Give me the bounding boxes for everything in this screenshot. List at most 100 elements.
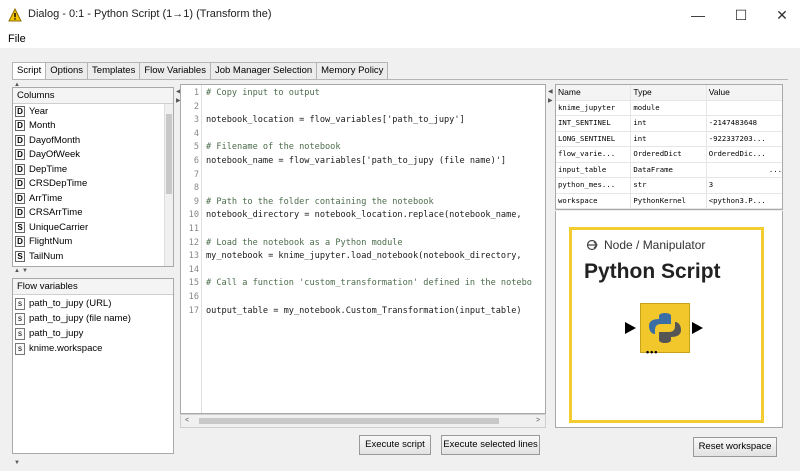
string-variable-icon: s	[15, 312, 25, 325]
scroll-thumb[interactable]	[166, 114, 172, 194]
table-row[interactable]: LONG_SENTINEL int -922337203...	[556, 131, 782, 147]
flow-variable-item[interactable]: s path_to_jupy	[13, 326, 173, 341]
cell-name: python_mes...	[556, 178, 632, 193]
table-row[interactable]: INT_SENTINEL int -2147483648	[556, 116, 782, 132]
header-value[interactable]: Value	[706, 85, 783, 100]
warning-icon	[8, 8, 22, 22]
execute-script-button[interactable]: Execute script	[359, 435, 431, 455]
line-number: 4	[193, 128, 199, 139]
scroll-right-icon[interactable]: >	[536, 417, 540, 424]
column-name: DayofMonth	[29, 134, 81, 146]
input-port-icon	[625, 322, 636, 334]
string-type-icon: S	[15, 250, 25, 262]
column-item[interactable]: D DayOfWeek	[13, 148, 173, 163]
flow-variable-name: knime.workspace	[29, 343, 103, 354]
title-bar: Dialog - 0:1 - Python Script (1→1) (Tran…	[0, 0, 800, 30]
flow-variable-name: path_to_jupy (file name)	[29, 313, 131, 324]
header-type[interactable]: Type	[631, 85, 707, 100]
code-editor[interactable]: 1 # Copy input to output 2 3 notebook_locati…	[180, 84, 546, 414]
column-item[interactable]: D DepTime	[13, 162, 173, 177]
columns-panel: Columns D Year D Month D DayofMonth D DayOfW…	[12, 87, 174, 267]
editor-horizontal-scrollbar[interactable]: < >	[180, 414, 546, 428]
double-type-icon: D	[15, 192, 25, 204]
execute-selected-lines-button[interactable]: Execute selected lines	[441, 435, 540, 455]
columns-scrollbar[interactable]	[164, 104, 173, 266]
tab-divider	[12, 79, 788, 80]
line-number: 12	[188, 237, 199, 248]
python-node-icon[interactable]	[640, 303, 690, 353]
tab-options[interactable]: Options	[45, 62, 89, 79]
code-text: output_table = my_notebook.Custom_Transf…	[206, 305, 522, 316]
cell-name: LONG_SENTINEL	[556, 131, 632, 146]
splitter-arrow-icon[interactable]: ▼	[22, 268, 28, 274]
reset-workspace-button[interactable]: Reset workspace	[693, 437, 777, 457]
node-card: Node / Manipulator Python Script •••	[569, 227, 764, 423]
cell-name: input_table	[556, 162, 632, 177]
column-name: ArrTime	[29, 192, 63, 204]
table-row[interactable]: knime_jupyter module	[556, 100, 782, 116]
column-name: CRSDepTime	[29, 178, 88, 190]
tab-memory-policy[interactable]: Memory Policy	[316, 62, 389, 79]
code-text: # Path to the folder containing the note…	[206, 196, 434, 207]
flow-variable-item[interactable]: s path_to_jupy (URL)	[13, 296, 173, 311]
double-type-icon: D	[15, 105, 25, 117]
table-row[interactable]: python_mes... str 3	[556, 178, 782, 194]
code-text: # Copy input to output	[206, 88, 320, 98]
header-name[interactable]: Name	[556, 85, 632, 100]
line-number: 15	[188, 278, 199, 289]
cell-type: module	[631, 100, 707, 115]
splitter-arrow-icon[interactable]: ▶	[548, 97, 553, 104]
maximize-button[interactable]: ☐	[731, 6, 751, 24]
tab-job-manager-selection[interactable]: Job Manager Selection	[209, 62, 318, 79]
tab-script[interactable]: Script	[12, 62, 47, 80]
flow-variable-item[interactable]: s path_to_jupy (file name)	[13, 311, 173, 326]
scroll-thumb[interactable]	[199, 418, 499, 424]
double-type-icon: D	[15, 236, 25, 248]
code-text: notebook_location = flow_variables['path…	[206, 115, 465, 126]
cell-value: 3	[708, 180, 714, 189]
node-name: Python Script	[584, 260, 721, 283]
code-text: # Load the notebook as a Python module	[206, 237, 403, 248]
tab-templates[interactable]: Templates	[87, 62, 141, 79]
window-title: Dialog - 0:1 - Python Script (1→1) (Tran…	[28, 8, 272, 20]
columns-header: Columns	[13, 88, 173, 104]
column-item[interactable]: D Year	[13, 104, 173, 119]
splitter-arrow-icon[interactable]: ▲	[14, 268, 20, 274]
tab-flow-variables[interactable]: Flow Variables	[139, 62, 211, 79]
line-number: 2	[193, 101, 199, 112]
cell-type: DataFrame	[631, 162, 707, 177]
column-item[interactable]: D Month	[13, 119, 173, 134]
column-name: Month	[29, 120, 56, 132]
table-row[interactable]: workspace PythonKernel <python3.P...	[556, 193, 782, 209]
table-row[interactable]: flow_varie... OrderedDict OrderedDic...	[556, 147, 782, 163]
column-item[interactable]: D ArrTime	[13, 191, 173, 206]
column-item[interactable]: S UniqueCarrier	[13, 220, 173, 235]
line-number: 10	[188, 210, 199, 221]
double-type-icon: D	[15, 163, 25, 175]
close-button[interactable]: ✕	[772, 6, 792, 24]
splitter-arrow-icon[interactable]: ◀	[548, 88, 553, 95]
flow-variables-header: Flow variables	[13, 279, 173, 295]
collapse-arrow-icon[interactable]: ▼	[14, 460, 20, 466]
line-number: 8	[193, 183, 199, 194]
column-item[interactable]: D CRSDepTime	[13, 177, 173, 192]
cell-name: INT_SENTINEL	[556, 116, 632, 131]
column-item[interactable]: D FlightNum	[13, 235, 173, 250]
table-row[interactable]: input_table DataFrame...	[556, 162, 783, 178]
scroll-left-icon[interactable]: <	[185, 417, 189, 424]
cell-value	[707, 101, 782, 116]
column-item[interactable]: D CRSArrTime	[13, 206, 173, 221]
menu-file[interactable]: File	[8, 33, 26, 45]
table-header-row: Name Type Value	[556, 85, 783, 101]
variables-table-body: knime_jupyter module INT_SENTINEL int -21474…	[556, 100, 783, 209]
python-logo-icon	[649, 313, 681, 343]
string-variable-icon: s	[15, 297, 25, 310]
tab-strip: Script Options Templates Flow Variables …	[12, 62, 389, 80]
cell-value: ...	[768, 164, 783, 174]
flow-variable-item[interactable]: s knime.workspace	[13, 341, 173, 356]
column-item[interactable]: D DayofMonth	[13, 133, 173, 148]
cell-type: PythonKernel	[631, 193, 707, 208]
minimize-button[interactable]: —	[688, 6, 708, 24]
cell-type: OrderedDict	[631, 147, 707, 162]
column-item[interactable]: S TailNum	[13, 249, 173, 264]
